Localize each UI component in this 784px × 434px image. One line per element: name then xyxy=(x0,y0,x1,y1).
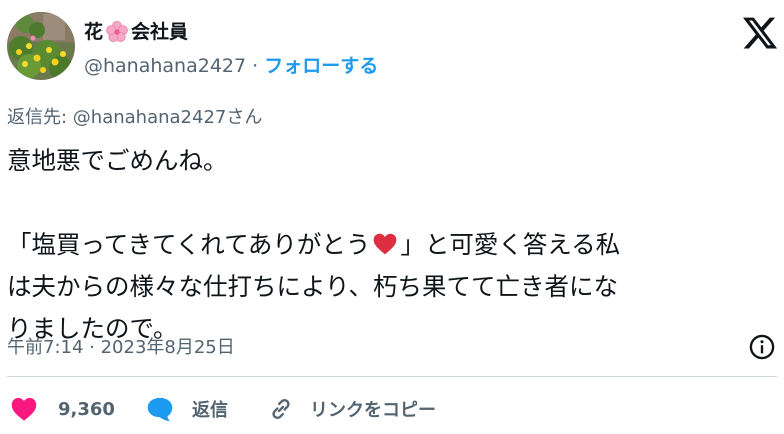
avatar[interactable] xyxy=(7,12,75,80)
tweet-line-part: 」と可愛く答える私 xyxy=(400,230,621,259)
x-logo-icon[interactable] xyxy=(741,14,779,52)
tweet-text: 意地悪でごめんね。 「塩買ってきてくれてありがとう 」と可愛く答える私 は夫からの… xyxy=(7,140,777,350)
speech-bubble-icon xyxy=(147,397,173,422)
display-name-prefix: 花 xyxy=(84,21,104,43)
tweet-timestamp[interactable]: 午前7:14 · 2023年8月25日 xyxy=(7,334,235,362)
tweet-date: 2023年8月25日 xyxy=(100,337,235,358)
tweet-line: は夫からの様々な仕打ちにより、朽ち果てて亡き者にな xyxy=(7,272,619,301)
cherry-blossom-icon xyxy=(105,20,129,44)
copy-link-button[interactable]: リンクをコピー xyxy=(268,392,436,426)
display-name-suffix: 会社員 xyxy=(131,21,189,43)
reply-label: 返信 xyxy=(192,400,228,421)
handle-separator: · xyxy=(246,55,265,77)
reply-button[interactable]: 返信 xyxy=(146,392,228,426)
avatar-image xyxy=(7,12,75,80)
tweet-blank-line xyxy=(7,182,777,224)
handle-row: @hanahana2427 · フォローする xyxy=(84,52,378,80)
action-bar: 9,360 返信 リンクをコピー xyxy=(0,392,784,426)
red-heart-emoji-icon xyxy=(372,228,398,255)
timestamp-separator: · xyxy=(83,337,101,358)
reply-to-line: 返信先: @hanahana2427さん xyxy=(7,104,262,132)
like-button[interactable]: 9,360 xyxy=(10,392,115,426)
tweet-line: 「塩買ってきてくれてありがとう 」と可愛く答える私 xyxy=(7,224,777,266)
tweet-line-part: 「塩買ってきてくれてありがとう xyxy=(7,230,371,259)
heart-icon xyxy=(11,397,37,421)
reply-to-prefix: 返信先: xyxy=(7,107,73,128)
reply-to-handle[interactable]: @hanahana2427 xyxy=(73,107,227,128)
display-name[interactable]: 花 会社員 xyxy=(84,18,188,46)
reply-to-suffix: さん xyxy=(226,107,263,128)
divider xyxy=(7,376,777,377)
copy-link-label: リンクをコピー xyxy=(310,400,436,421)
tweet-line: 意地悪でごめんね。 xyxy=(7,146,228,175)
info-icon[interactable] xyxy=(748,333,776,361)
link-icon xyxy=(272,398,290,420)
follow-button[interactable]: フォローする xyxy=(264,55,378,77)
tweet-header: 花 会社員 @hanahana2427 · フォローする xyxy=(0,0,784,96)
author-handle[interactable]: @hanahana2427 xyxy=(84,55,246,77)
like-count: 9,360 xyxy=(58,398,115,420)
tweet-time: 午前7:14 xyxy=(7,337,84,358)
